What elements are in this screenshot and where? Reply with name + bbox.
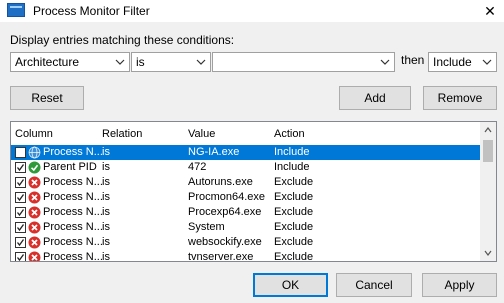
table-row[interactable]: Process N... is Procexp64.exe Exclude [11, 205, 481, 220]
exclude-x-icon [28, 191, 41, 204]
cell-relation: is [102, 251, 110, 262]
cell-value: System [188, 221, 225, 233]
cell-value: Procexp64.exe [188, 206, 262, 218]
cell-value: 472 [188, 161, 207, 173]
cell-column: Process N... [43, 206, 103, 218]
list-header: Column Relation Value Action [11, 122, 481, 144]
cell-action: Exclude [274, 176, 314, 188]
row-checkbox[interactable] [15, 177, 26, 188]
header-action[interactable]: Action [274, 128, 305, 140]
cell-action: Exclude [274, 221, 314, 233]
cell-relation: is [102, 236, 110, 248]
cancel-button[interactable]: Cancel [336, 273, 412, 297]
chevron-down-icon [481, 56, 493, 68]
filter-rows: Process N... is NG-IA.exe Include Parent PID… [11, 145, 481, 262]
window-title: Process Monitor Filter [33, 4, 150, 18]
header-value[interactable]: Value [188, 128, 215, 140]
row-checkbox[interactable] [15, 207, 26, 218]
column-select-value: Architecture [15, 55, 80, 69]
exclude-x-icon [28, 176, 41, 189]
close-button[interactable]: ✕ [476, 0, 504, 22]
row-checkbox[interactable] [15, 222, 26, 233]
cell-relation: is [102, 146, 110, 158]
reset-button[interactable]: Reset [10, 86, 84, 110]
then-label: then [401, 53, 425, 67]
cell-value: Procmon64.exe [188, 191, 266, 203]
table-row[interactable]: Process N... is Procmon64.exe Exclude [11, 190, 481, 205]
filter-list[interactable]: Column Relation Value Action Process N..… [10, 121, 497, 262]
value-combobox[interactable] [212, 52, 395, 72]
row-checkbox[interactable] [15, 252, 26, 261]
relation-select[interactable]: is [131, 52, 211, 72]
cell-action: Exclude [274, 191, 314, 203]
vertical-scrollbar[interactable] [480, 122, 496, 261]
header-relation[interactable]: Relation [102, 128, 142, 140]
table-row[interactable]: Process N... is tvnserver.exe Exclude [11, 250, 481, 262]
cell-relation: is [102, 206, 110, 218]
add-button[interactable]: Add [339, 86, 411, 110]
chevron-down-icon [195, 56, 207, 68]
cell-column: Parent PID [43, 161, 97, 173]
cell-relation: is [102, 221, 110, 233]
cell-relation: is [102, 191, 110, 203]
cell-column: Process N... [43, 251, 103, 262]
exclude-x-icon [28, 206, 41, 219]
include-check-icon [28, 161, 41, 174]
table-row[interactable]: Parent PID is 472 Include [11, 160, 481, 175]
action-select-value: Include [433, 55, 472, 69]
scrollbar-thumb[interactable] [483, 140, 493, 162]
relation-select-value: is [136, 55, 145, 69]
globe-icon [28, 146, 41, 159]
scroll-down-icon[interactable] [480, 245, 496, 261]
cell-column: Process N... [43, 146, 103, 158]
chevron-down-icon [379, 56, 391, 68]
cell-action: Exclude [274, 236, 314, 248]
cell-column: Process N... [43, 176, 103, 188]
remove-button[interactable]: Remove [423, 86, 497, 110]
cell-action: Include [274, 161, 310, 173]
cell-relation: is [102, 161, 110, 173]
scroll-up-icon[interactable] [480, 122, 496, 138]
cell-value: NG-IA.exe [188, 146, 240, 158]
ok-button[interactable]: OK [253, 273, 328, 297]
table-row[interactable]: Process N... is websockify.exe Exclude [11, 235, 481, 250]
row-checkbox[interactable] [15, 237, 26, 248]
apply-button[interactable]: Apply [422, 273, 497, 297]
exclude-x-icon [28, 221, 41, 234]
header-column[interactable]: Column [15, 128, 53, 140]
row-checkbox[interactable] [15, 192, 26, 203]
app-icon [7, 3, 25, 17]
cell-action: Exclude [274, 206, 314, 218]
table-row[interactable]: Process N... is NG-IA.exe Include [11, 145, 481, 160]
exclude-x-icon [28, 251, 41, 261]
table-row[interactable]: Process N... is System Exclude [11, 220, 481, 235]
chevron-down-icon [114, 56, 126, 68]
cell-column: Process N... [43, 191, 103, 203]
cell-value: Autoruns.exe [188, 176, 253, 188]
exclude-x-icon [28, 236, 41, 249]
cell-column: Process N... [43, 221, 103, 233]
row-checkbox[interactable] [15, 162, 26, 173]
cell-action: Include [274, 146, 310, 158]
cell-action: Exclude [274, 251, 314, 262]
table-row[interactable]: Process N... is Autoruns.exe Exclude [11, 175, 481, 190]
cell-column: Process N... [43, 236, 103, 248]
column-select[interactable]: Architecture [10, 52, 130, 72]
title-bar: Process Monitor Filter ✕ [0, 0, 504, 22]
cell-value: tvnserver.exe [188, 251, 254, 262]
row-checkbox[interactable] [15, 147, 26, 158]
action-select[interactable]: Include [428, 52, 497, 72]
condition-label: Display entries matching these condition… [10, 33, 235, 47]
cell-value: websockify.exe [188, 236, 262, 248]
cell-relation: is [102, 176, 110, 188]
